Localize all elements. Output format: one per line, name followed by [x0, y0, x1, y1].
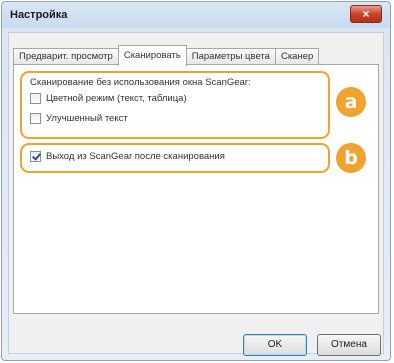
enhanced-text-option[interactable]: Улучшенный текст	[30, 113, 128, 124]
enhanced-text-checkbox[interactable]	[30, 113, 41, 124]
color-mode-option[interactable]: Цветной режим (текст, таблица)	[30, 93, 187, 104]
dialog-body: Предварит. просмотр Сканировать Параметр…	[8, 32, 384, 356]
tab-panel-scan: Сканирование без использования окна Scan…	[13, 64, 379, 314]
exit-scangear-label: Выход из ScanGear после сканирования	[46, 151, 225, 162]
title-bar: Настройка ×	[2, 2, 390, 28]
exit-scangear-checkbox[interactable]	[30, 151, 41, 162]
tab-preview[interactable]: Предварит. просмотр	[13, 48, 119, 65]
dialog-title: Настройка	[10, 9, 68, 21]
color-mode-label: Цветной режим (текст, таблица)	[46, 93, 187, 104]
tab-strip: Предварит. просмотр Сканировать Параметр…	[13, 45, 320, 66]
close-button[interactable]: ×	[350, 5, 382, 23]
scan-without-scangear-label: Сканирование без использования окна Scan…	[30, 77, 251, 88]
color-mode-checkbox[interactable]	[30, 93, 41, 104]
tab-scanner[interactable]: Сканер	[274, 48, 320, 65]
tab-scan[interactable]: Сканировать	[117, 45, 187, 66]
callout-badge-b: b	[336, 143, 366, 173]
ok-button[interactable]: OK	[243, 334, 307, 356]
close-icon: ×	[362, 7, 370, 21]
tab-color-settings[interactable]: Параметры цвета	[185, 48, 276, 65]
exit-scangear-option[interactable]: Выход из ScanGear после сканирования	[30, 151, 225, 162]
settings-dialog: Настройка × Предварит. просмотр Сканиров…	[1, 1, 391, 361]
enhanced-text-label: Улучшенный текст	[46, 113, 128, 124]
cancel-button[interactable]: Отмена	[317, 334, 381, 356]
callout-badge-a: a	[336, 87, 366, 117]
